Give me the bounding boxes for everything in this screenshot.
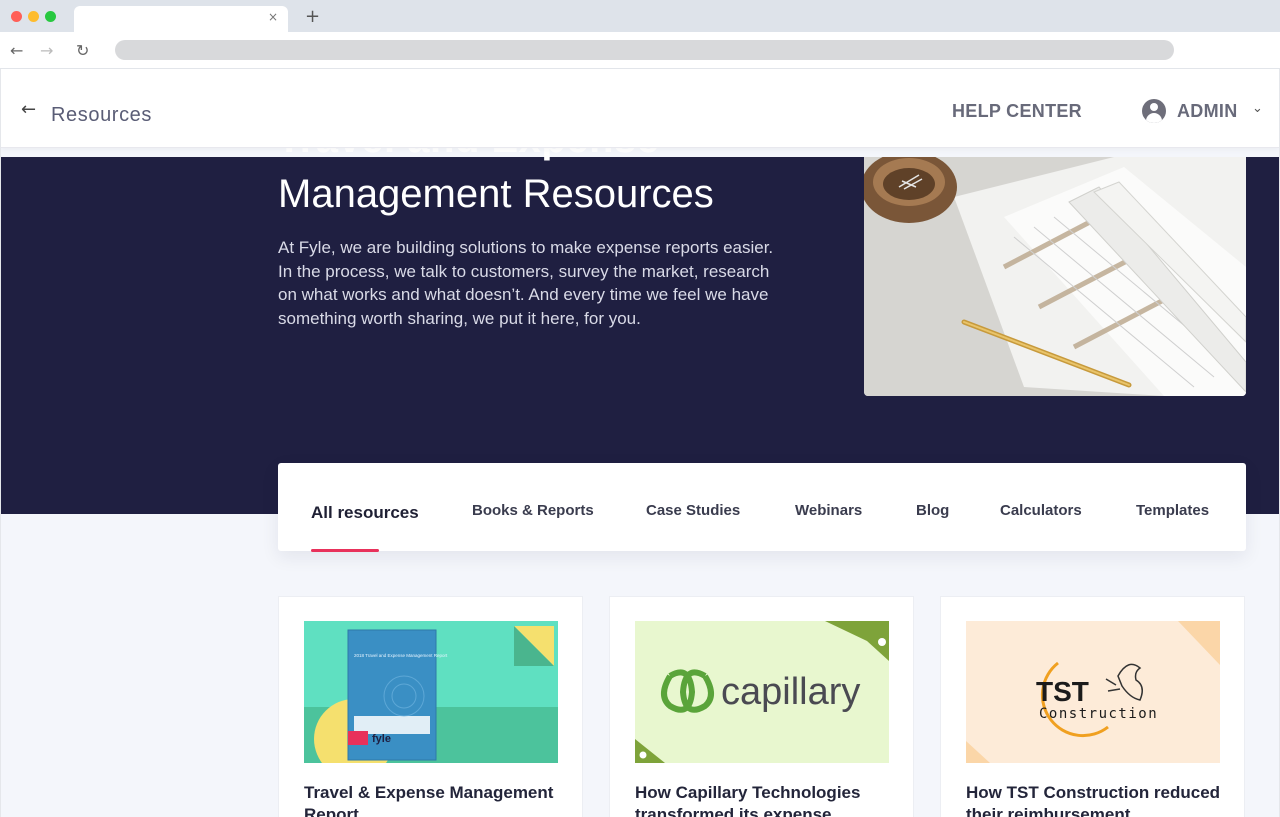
forward-icon[interactable]: →: [40, 41, 53, 60]
tab-calculators[interactable]: Calculators: [1000, 502, 1082, 519]
tst-construction-logo-illustration: TST Construction: [966, 621, 1220, 763]
card-title[interactable]: How TST Construction reduced their reimb…: [966, 782, 1226, 817]
chevron-down-icon[interactable]: ⌄: [1252, 101, 1263, 116]
maximize-window-dot[interactable]: [45, 11, 56, 22]
tab-close-icon[interactable]: ×: [268, 10, 278, 24]
breadcrumb[interactable]: Resources: [51, 104, 152, 127]
back-icon[interactable]: ←: [10, 41, 23, 60]
arrow-left-icon[interactable]: ←: [21, 99, 36, 120]
resource-card[interactable]: TST Construction How TST Construction re…: [940, 596, 1245, 817]
help-center-link[interactable]: HELP CENTER: [952, 101, 1082, 122]
tab-webinars[interactable]: Webinars: [795, 502, 862, 519]
user-avatar-icon[interactable]: [1142, 99, 1166, 123]
browser-tab[interactable]: ×: [74, 6, 288, 32]
window-controls: [11, 11, 56, 22]
address-bar[interactable]: [115, 40, 1174, 60]
close-window-dot[interactable]: [11, 11, 22, 22]
admin-menu[interactable]: ADMIN: [1177, 101, 1238, 122]
browser-toolbar: ← → ↻: [0, 32, 1280, 69]
tab-case-studies[interactable]: Case Studies: [646, 502, 740, 519]
card-title[interactable]: How Capillary Technologies transformed i…: [635, 782, 895, 817]
browser-tab-strip: × +: [0, 0, 1280, 32]
hero-image: [864, 157, 1246, 396]
hero-title: Management Resources: [278, 172, 714, 216]
tab-blog[interactable]: Blog: [916, 502, 949, 519]
reload-icon[interactable]: ↻: [76, 41, 89, 60]
desk-documents-illustration: [864, 157, 1246, 396]
minimize-window-dot[interactable]: [28, 11, 39, 22]
card-thumb-logo: capillary: [721, 671, 860, 713]
active-tab-indicator: [311, 549, 379, 552]
card-thumb-logo: TST: [1036, 676, 1089, 707]
tab-all-resources[interactable]: All resources: [311, 503, 419, 523]
tab-templates[interactable]: Templates: [1136, 502, 1209, 519]
hero-section: Travel and Expense Management Resources …: [1, 117, 1279, 514]
card-thumbnail: fyle 2018 Travel and Expense Management …: [304, 621, 558, 763]
resource-tabs: All resources Books & Reports Case Studi…: [278, 463, 1246, 552]
top-navbar: ← Resources HELP CENTER ADMIN ⌄: [1, 69, 1279, 148]
tab-books-reports[interactable]: Books & Reports: [472, 502, 594, 519]
card-thumb-caption: 2018 Travel and Expense Management Repor…: [354, 653, 448, 658]
capillary-logo-illustration: capillary: [635, 621, 889, 763]
card-thumb-logo: fyle: [372, 733, 391, 745]
page-viewport: Travel and Expense Management Resources …: [0, 69, 1280, 817]
resource-card[interactable]: capillary How Capillary Technologies tra…: [609, 596, 914, 817]
card-thumb-caption: Construction: [1039, 706, 1158, 722]
card-thumbnail: capillary: [635, 621, 889, 763]
card-title[interactable]: Travel & Expense Management Report: [304, 782, 564, 817]
report-cover-illustration: fyle 2018 Travel and Expense Management …: [304, 621, 558, 763]
resource-card[interactable]: fyle 2018 Travel and Expense Management …: [278, 596, 583, 817]
hero-description: At Fyle, we are building solutions to ma…: [278, 238, 774, 329]
new-tab-icon[interactable]: +: [305, 6, 320, 27]
card-thumbnail: TST Construction: [966, 621, 1220, 763]
